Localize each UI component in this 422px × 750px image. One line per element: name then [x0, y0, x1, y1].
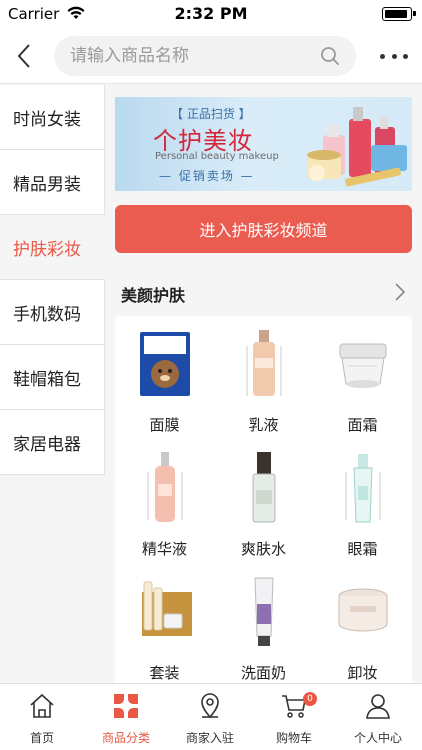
banner-promo: — 促销卖场 — [159, 169, 255, 183]
home-icon [30, 693, 54, 718]
tab-label: 商品分类 [101, 731, 150, 745]
product-grid: 面膜 乳液 面霜 精华液 爽肤水 眼霜 套装 洗面奶 卸妆 [115, 316, 412, 683]
tab-label: 购物车 [275, 731, 312, 745]
product-label: 精华液 [141, 540, 187, 558]
banner-tag: 【 正品扫货 】 [171, 107, 251, 121]
makeup-remover-jar-icon [338, 588, 388, 632]
chevron-right-icon [395, 283, 406, 301]
product-label: 爽肤水 [240, 540, 286, 558]
sidebar-item-home-appliances[interactable]: 家居电器 [0, 410, 105, 475]
tab-label: 首页 [29, 731, 54, 745]
search-input[interactable] [70, 36, 310, 76]
product-label: 洗面奶 [240, 664, 286, 682]
product-label: 眼霜 [347, 540, 378, 558]
product-eye-cream[interactable]: 眼霜 [313, 440, 412, 564]
cosmetics-products-image [307, 107, 407, 187]
product-serum[interactable]: 精华液 [115, 440, 214, 564]
category-sidebar: 时尚女装 精品男装 护肤彩妆 手机数码 鞋帽箱包 家居电器 [0, 85, 105, 683]
more-dot-icon [403, 53, 408, 59]
face-mask-icon [140, 332, 190, 396]
enter-channel-button[interactable]: 进入护肤彩妆频道 [115, 205, 412, 253]
cream-jar-icon [339, 343, 387, 388]
product-label: 面霜 [347, 416, 378, 434]
sidebar-item-mens-fashion[interactable]: 精品男装 [0, 150, 105, 215]
lotion-bottle-icon [246, 330, 282, 396]
product-label: 卸妆 [347, 664, 378, 682]
status-time: 2:32 PM [174, 4, 248, 23]
product-toner[interactable]: 爽肤水 [214, 440, 313, 564]
section-header[interactable]: 美颜护肤 [105, 270, 422, 314]
battery-icon [382, 7, 416, 21]
tab-cart[interactable]: 0 购物车 [252, 684, 336, 750]
bottom-tab-bar: 首页 商品分类 商家入驻 0 购物车 个人中心 [0, 683, 422, 750]
chevron-left-icon [17, 44, 30, 68]
eye-cream-tube-icon [345, 454, 381, 523]
tab-categories[interactable]: 商品分类 [84, 684, 168, 750]
serum-bottle-icon [147, 452, 183, 522]
more-dot-icon [380, 53, 385, 59]
category-content: 【 正品扫货 】 个护美妆 Personal beauty makeup — 促… [105, 85, 422, 683]
tab-merchant-join[interactable]: 商家入驻 [168, 684, 252, 750]
tab-label: 个人中心 [353, 731, 402, 745]
search-bar[interactable] [54, 36, 356, 76]
category-icon [114, 694, 138, 718]
back-button[interactable] [10, 38, 40, 74]
product-label: 乳液 [248, 416, 279, 434]
product-gift-set[interactable]: 套装 [115, 564, 214, 683]
product-face-cream[interactable]: 面霜 [313, 316, 412, 440]
sidebar-item-phones-digital[interactable]: 手机数码 [0, 280, 105, 345]
product-lotion[interactable]: 乳液 [214, 316, 313, 440]
tab-profile[interactable]: 个人中心 [336, 684, 420, 750]
status-bar: Carrier 2:32 PM [0, 0, 422, 28]
promo-banner[interactable]: 【 正品扫货 】 个护美妆 Personal beauty makeup — 促… [115, 97, 412, 191]
tab-label: 商家入驻 [185, 731, 234, 745]
section-title: 美颜护肤 [121, 286, 186, 305]
more-options-button[interactable] [380, 46, 408, 66]
tab-home[interactable]: 首页 [0, 684, 84, 750]
cart-badge: 0 [303, 692, 317, 706]
search-icon[interactable] [320, 46, 340, 66]
toner-bottle-icon [252, 452, 276, 523]
location-pin-icon [201, 693, 219, 719]
sidebar-item-skincare-makeup[interactable]: 护肤彩妆 [0, 215, 105, 280]
more-dot-icon [391, 53, 397, 59]
product-makeup-remover[interactable]: 卸妆 [313, 564, 412, 683]
sidebar-item-womens-fashion[interactable]: 时尚女装 [0, 85, 105, 150]
user-icon [366, 694, 390, 719]
gift-set-icon [142, 581, 192, 636]
header [0, 28, 422, 84]
cleanser-tube-icon [254, 577, 274, 646]
product-face-mask[interactable]: 面膜 [115, 316, 214, 440]
banner-subtitle: Personal beauty makeup [155, 151, 279, 162]
sidebar-item-shoes-bags[interactable]: 鞋帽箱包 [0, 345, 105, 410]
product-cleanser[interactable]: 洗面奶 [214, 564, 313, 683]
product-label: 套装 [149, 664, 180, 682]
product-label: 面膜 [149, 416, 180, 434]
